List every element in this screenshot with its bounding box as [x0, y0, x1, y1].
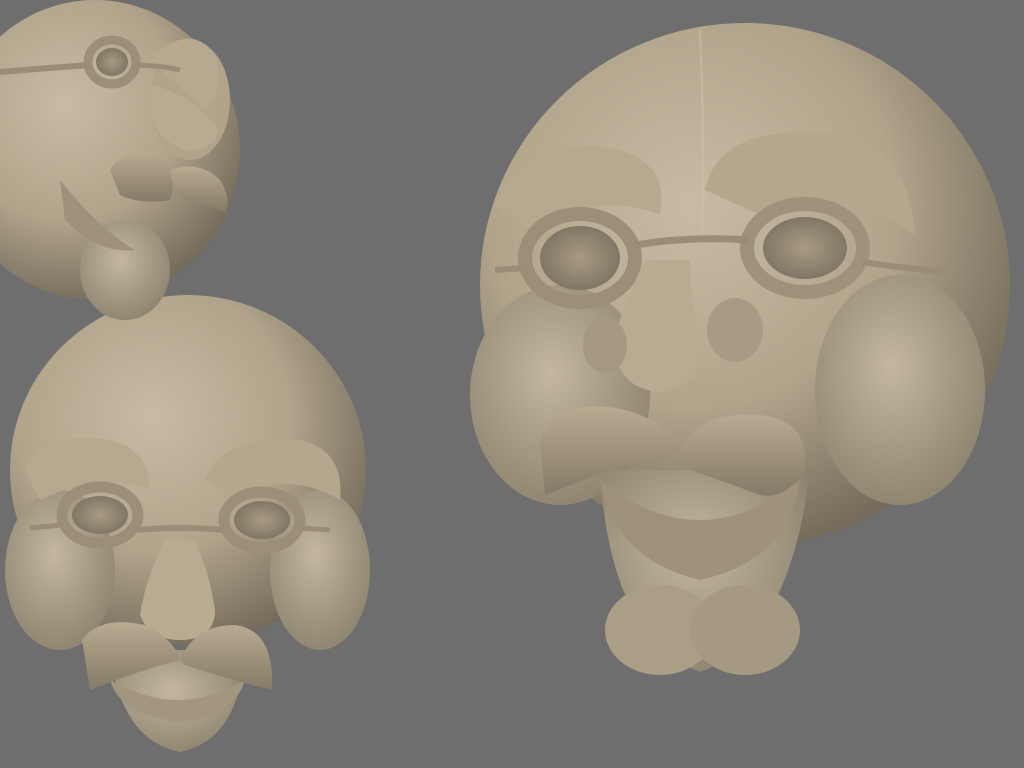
- head-three-quarter-top-left: [0, 0, 240, 320]
- sculpt-render-svg: [0, 0, 1010, 752]
- sculpt-viewport[interactable]: [0, 0, 1024, 768]
- head-large-right: [470, 23, 1010, 675]
- head-front-bottom-left: [5, 295, 370, 752]
